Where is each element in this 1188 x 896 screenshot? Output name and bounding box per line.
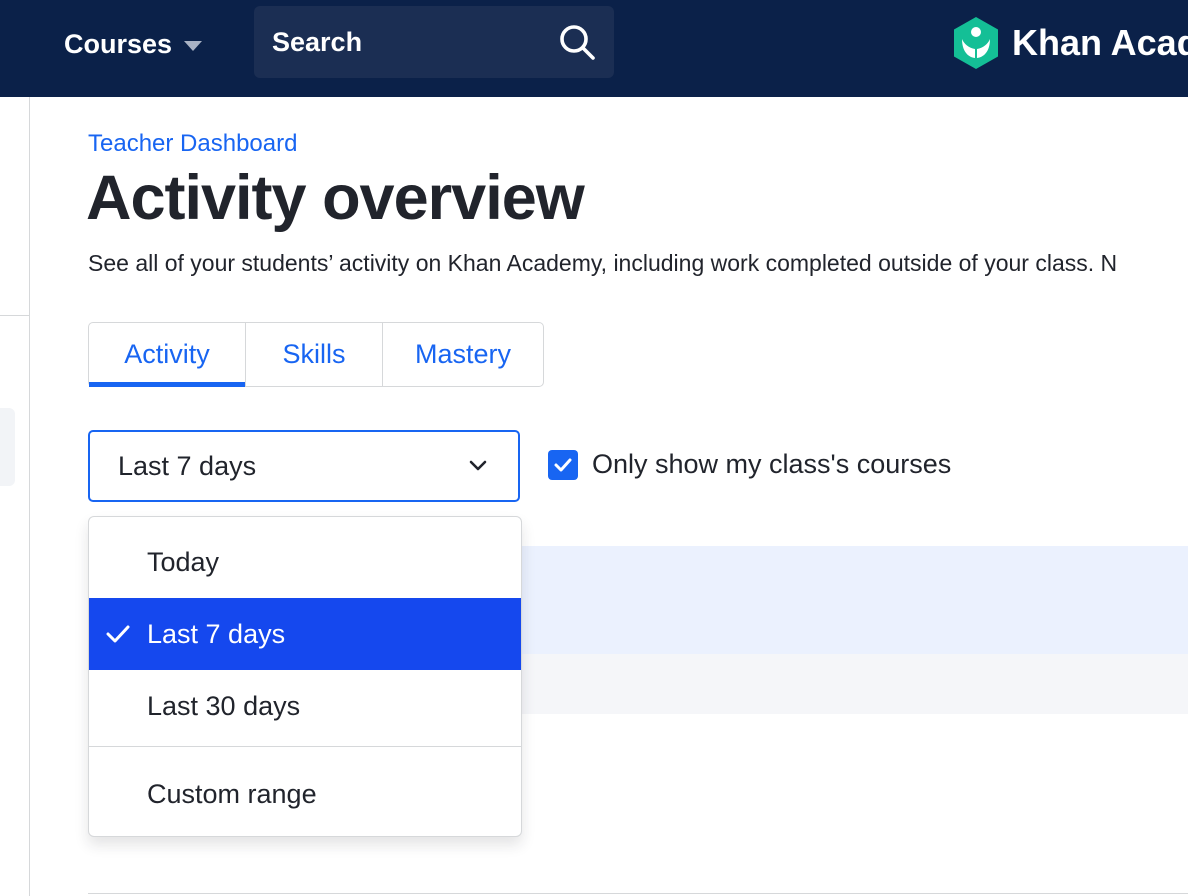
option-last-30-days[interactable]: Last 30 days — [89, 670, 521, 742]
courses-menu-button[interactable]: Courses — [64, 26, 203, 62]
view-tabs: Activity Skills Mastery — [88, 322, 544, 387]
check-icon — [106, 625, 130, 643]
khan-academy-logo[interactable]: Khan Acad — [952, 16, 1188, 70]
menu-divider — [89, 746, 521, 747]
tab-mastery[interactable]: Mastery — [382, 323, 543, 386]
checkmark-icon — [554, 458, 572, 472]
top-nav: Courses Search Khan Acad — [0, 0, 1188, 97]
option-today[interactable]: Today — [89, 526, 521, 598]
date-range-dropdown: Today Last 7 days Last 30 days Custom ra… — [88, 516, 522, 837]
left-sidebar — [0, 97, 30, 896]
search-bar[interactable]: Search — [254, 6, 614, 78]
sidebar-divider — [0, 315, 30, 316]
breadcrumb[interactable]: Teacher Dashboard — [88, 130, 297, 158]
khan-leaf-icon — [954, 17, 998, 69]
option-last-7-days[interactable]: Last 7 days — [89, 598, 521, 670]
option-label: Last 30 days — [147, 690, 301, 721]
page-description: See all of your students’ activity on Kh… — [88, 250, 1118, 276]
search-icon[interactable] — [558, 23, 596, 61]
only-class-courses-checkbox[interactable] — [548, 450, 578, 480]
option-custom-range[interactable]: Custom range — [89, 758, 521, 830]
date-range-value: Last 7 days — [118, 450, 257, 481]
logo-text: Khan Acad — [1012, 22, 1188, 63]
search-placeholder: Search — [272, 26, 363, 57]
caret-down-icon — [184, 40, 203, 51]
option-label: Last 7 days — [147, 618, 286, 649]
sidebar-item[interactable] — [0, 408, 15, 486]
chevron-down-icon — [469, 460, 487, 471]
tab-skills[interactable]: Skills — [245, 323, 382, 386]
section-divider — [88, 893, 1188, 894]
only-class-courses-label[interactable]: Only show my class's courses — [592, 449, 951, 480]
tab-activity[interactable]: Activity — [89, 323, 245, 387]
table-row-highlight — [520, 546, 1188, 654]
option-label: Custom range — [147, 778, 317, 809]
date-range-select[interactable]: Last 7 days — [88, 430, 520, 502]
page-title: Activity overview — [86, 163, 585, 233]
option-label: Today — [147, 546, 220, 577]
courses-label: Courses — [64, 28, 173, 59]
table-row — [520, 654, 1188, 714]
